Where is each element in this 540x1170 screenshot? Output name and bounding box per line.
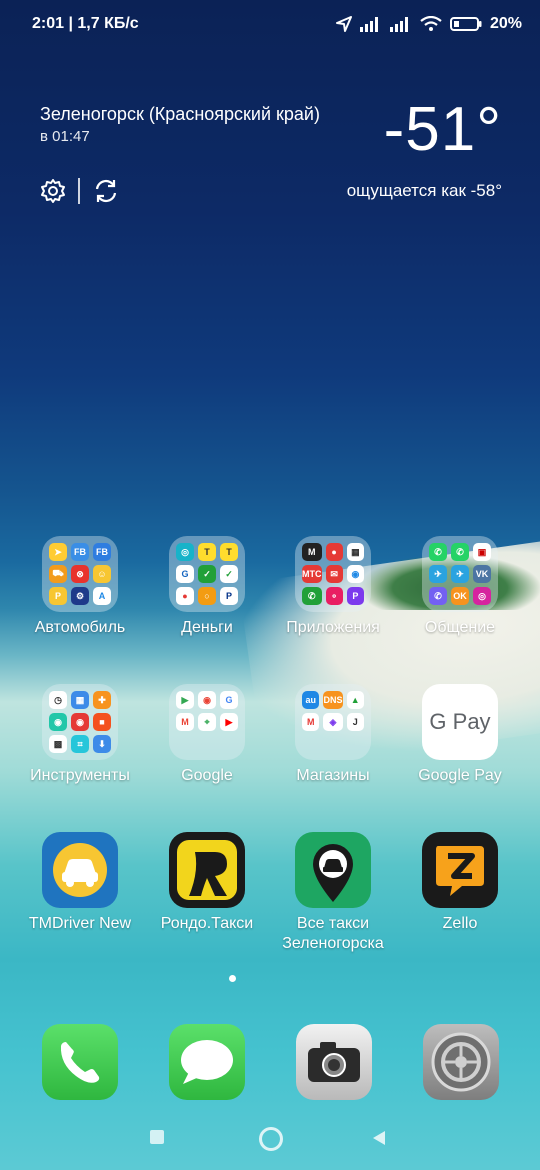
google-pay-logo: G Pay — [429, 709, 491, 734]
back-button[interactable] — [370, 1129, 388, 1147]
app-google-pay[interactable]: G Pay Google Pay — [400, 684, 520, 786]
map-pin-taxi-icon — [295, 832, 371, 908]
app-tmdriver[interactable]: TMDriver New — [20, 832, 140, 934]
app-label: Google — [181, 767, 233, 784]
gear-icon[interactable] — [40, 178, 66, 204]
signal-icon-2 — [389, 17, 408, 32]
messages-icon[interactable] — [169, 1024, 245, 1100]
google-pay-icon: G Pay — [422, 684, 498, 760]
app-label: Приложения — [286, 619, 380, 636]
settings-icon[interactable] — [423, 1024, 499, 1100]
folder-icon: ◎ Т Т G ✓ ✓ ● ○ P — [169, 536, 245, 612]
app-label: Общение — [424, 619, 496, 636]
road-r-icon — [169, 832, 245, 908]
folder-obshchenie[interactable]: ✆ ✆ ▣ ✈ ✈ VK ✆ OK ◎ Общение — [400, 536, 520, 638]
folder-magaziny[interactable]: au DNS ▲ M ◈ J Магазины — [273, 684, 393, 786]
app-label: Рондо.Такси — [160, 915, 254, 932]
wifi-icon — [420, 16, 442, 31]
zello-icon — [422, 832, 498, 908]
page-indicator — [229, 975, 236, 982]
divider — [78, 178, 80, 204]
recent-apps-button[interactable] — [150, 1130, 164, 1144]
app-label: Автомобиль — [34, 619, 126, 636]
status-bar: 2:01 | 1,7 КБ/с 20% — [0, 0, 540, 48]
app-rondo-taxi[interactable]: Рондо.Такси — [147, 832, 267, 934]
app-label: Деньги — [181, 619, 233, 636]
refresh-icon[interactable] — [92, 177, 120, 205]
taxi-car-icon — [42, 832, 118, 908]
app-label: Инструменты — [30, 767, 130, 784]
status-time-speed: 2:01 | 1,7 КБ/с — [32, 15, 139, 32]
navigation-bar — [0, 1120, 540, 1156]
signal-icon — [359, 17, 378, 32]
folder-google[interactable]: ▶ ◉ G M ⌖ ▶ Google — [147, 684, 267, 786]
weather-city: Зеленогорск (Красноярский край) — [40, 104, 320, 124]
app-label: Все такси Зеленогорска — [282, 915, 384, 952]
app-label: Google Pay — [418, 767, 502, 784]
battery-percent: 20% — [489, 15, 522, 32]
app-label: Zello — [442, 915, 478, 932]
folder-icon: ◷ ▦ ✚ ◉ ◉ ■ ▩ ⌗ ⬇ — [42, 684, 118, 760]
battery-icon — [449, 17, 482, 31]
app-label: Магазины — [296, 767, 370, 784]
home-button[interactable] — [259, 1127, 283, 1151]
folder-icon: ✆ ✆ ▣ ✈ ✈ VK ✆ OK ◎ — [422, 536, 498, 612]
folder-dengi[interactable]: ◎ Т Т G ✓ ✓ ● ○ P Деньги — [147, 536, 267, 638]
folder-avtomobil[interactable]: ➤ FB FB ⛟ ⊗ ☺ P ⚙ A Автомобиль — [20, 536, 140, 638]
app-label: TMDriver New — [28, 915, 132, 932]
phone-icon[interactable] — [42, 1024, 118, 1100]
app-zello[interactable]: Zello — [400, 832, 520, 934]
folder-prilozheniya[interactable]: M ● ▦ МТС ✉ ◉ ✆ ⚬ P Приложения — [273, 536, 393, 638]
folder-icon: au DNS ▲ M ◈ J — [295, 684, 371, 760]
weather-temperature: -51° — [383, 95, 502, 164]
folder-icon: ▶ ◉ G M ⌖ ▶ — [169, 684, 245, 760]
folder-instrumenty[interactable]: ◷ ▦ ✚ ◉ ◉ ■ ▩ ⌗ ⬇ Инструменты — [20, 684, 140, 786]
weather-feels-like: ощущается как -58° — [346, 181, 502, 200]
camera-icon[interactable] — [296, 1024, 372, 1100]
app-vse-taksi[interactable]: Все такси Зеленогорска — [273, 832, 393, 954]
weather-updated-time: в 01:47 — [40, 128, 90, 145]
location-icon — [335, 16, 352, 32]
folder-icon: ➤ FB FB ⛟ ⊗ ☺ P ⚙ A — [42, 536, 118, 612]
folder-icon: M ● ▦ МТС ✉ ◉ ✆ ⚬ P — [295, 536, 371, 612]
